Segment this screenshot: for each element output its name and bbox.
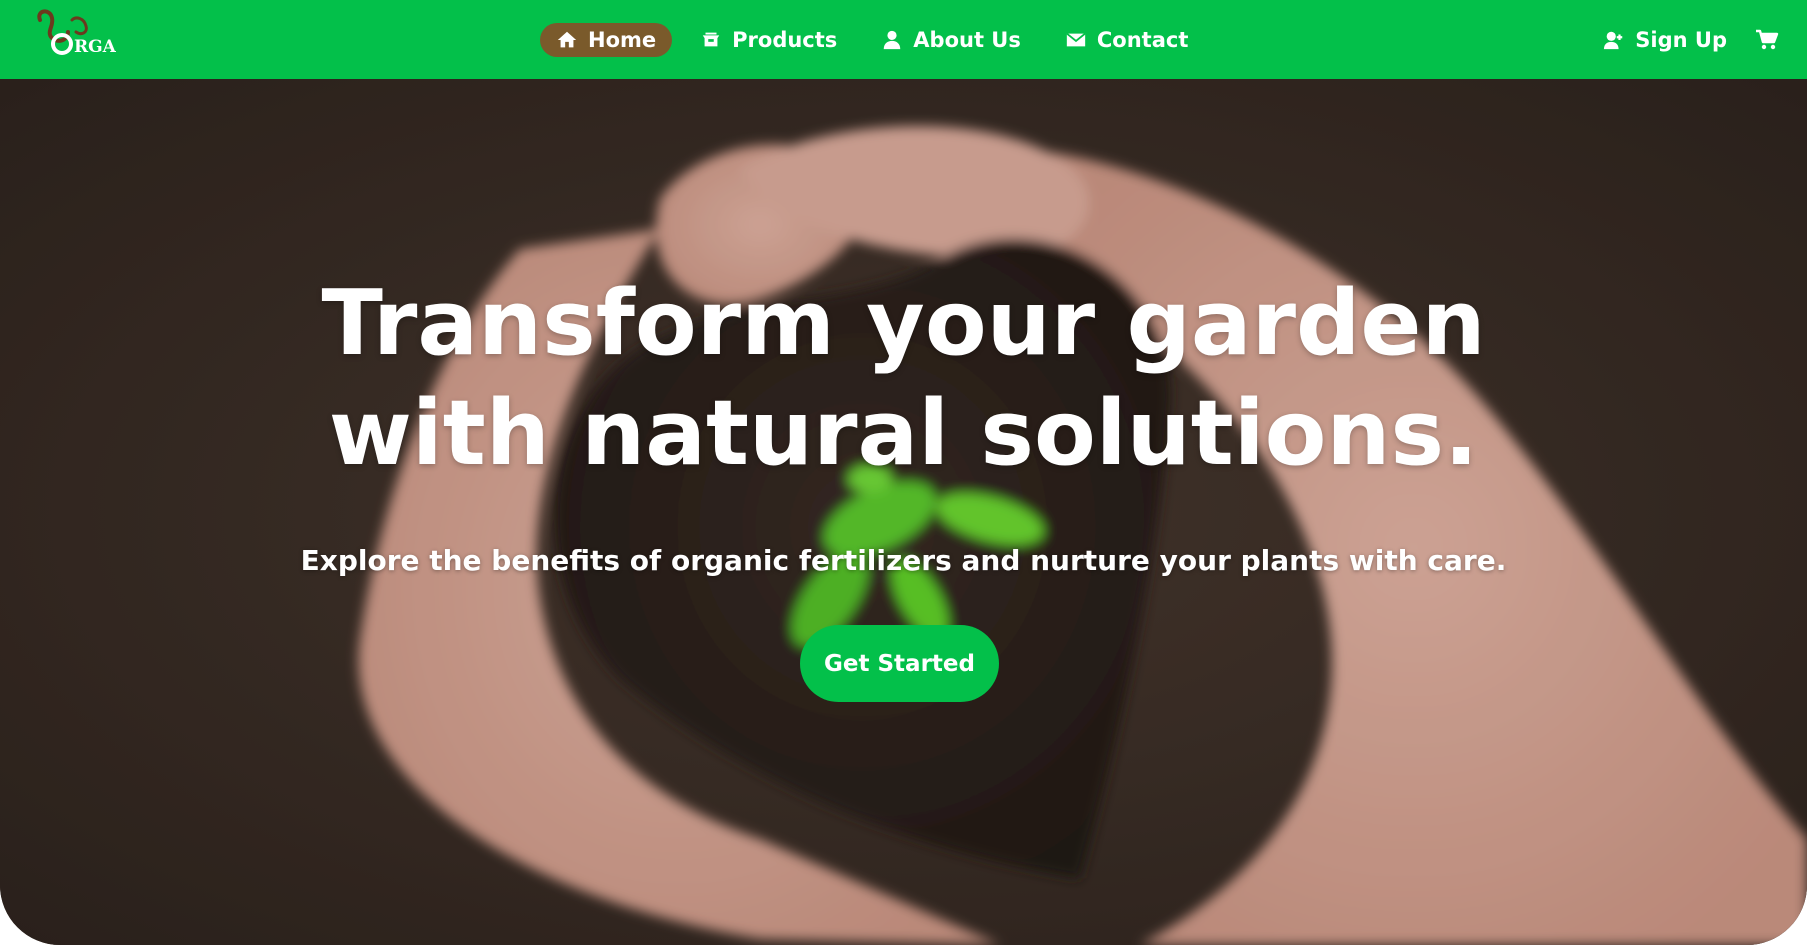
get-started-button[interactable]: Get Started — [800, 625, 999, 702]
nav-about[interactable]: About Us — [865, 23, 1037, 57]
top-navbar: RGA Home Products About Us Contact Sign … — [0, 0, 1807, 79]
signup-label: Sign Up — [1635, 28, 1727, 52]
nav-home-label: Home — [588, 28, 657, 52]
hero-content: Transform your garden with natural solut… — [0, 79, 1807, 945]
hero-title: Transform your garden with natural solut… — [150, 269, 1657, 489]
hero-title-line1: Transform your garden — [321, 271, 1486, 376]
nav-home[interactable]: Home — [540, 23, 673, 57]
logo-wordmark: RGA — [74, 37, 117, 57]
logo-icon: RGA — [37, 9, 117, 57]
cart-icon — [1756, 29, 1779, 50]
nav-products[interactable]: Products — [684, 23, 853, 57]
nav-contact[interactable]: Contact — [1049, 23, 1205, 57]
hero-title-line2: with natural solutions. — [328, 381, 1479, 486]
nav-contact-label: Contact — [1096, 28, 1189, 52]
nav-actions: Sign Up — [1603, 22, 1779, 58]
hero-subtitle: Explore the benefits of organic fertiliz… — [300, 544, 1507, 577]
products-icon — [702, 32, 720, 47]
brand-logo[interactable]: RGA — [32, 6, 142, 62]
user-icon — [884, 30, 901, 50]
home-icon — [557, 31, 577, 48]
cart-button[interactable] — [1755, 28, 1779, 52]
nav-products-label: Products — [732, 28, 838, 52]
main-nav: Home Products About Us Contact — [540, 22, 1204, 58]
hero-section: Transform your garden with natural solut… — [0, 79, 1807, 945]
envelope-icon — [1066, 32, 1086, 47]
user-plus-icon — [1604, 31, 1623, 50]
nav-about-label: About Us — [913, 28, 1021, 52]
signup-link[interactable]: Sign Up — [1603, 23, 1727, 57]
